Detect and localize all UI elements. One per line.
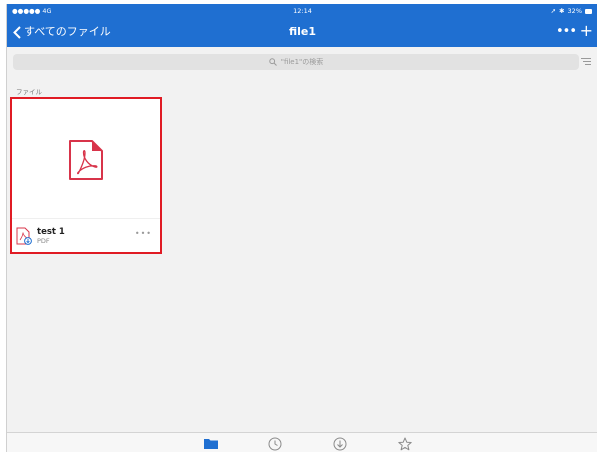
clock-icon	[268, 437, 282, 451]
search-placeholder: "file1"の検索	[280, 58, 324, 66]
file-more-button[interactable]: •••	[135, 229, 152, 238]
tab-offline[interactable]	[333, 437, 349, 451]
pdf-file-icon	[69, 140, 103, 180]
back-label: すべてのファイル	[24, 25, 111, 38]
top-bar: ●●●●● 4G 12:14 ➚ ✱ 32% すべてのファイル file1 ••…	[7, 4, 597, 47]
add-button[interactable]: +	[580, 22, 593, 40]
tab-bar	[7, 432, 597, 452]
star-icon	[398, 437, 412, 451]
search-input[interactable]: "file1"の検索	[13, 54, 579, 70]
bluetooth-icon: ✱	[559, 7, 565, 15]
app-window: ●●●●● 4G 12:14 ➚ ✱ 32% すべてのファイル file1 ••…	[6, 4, 597, 452]
chevron-left-icon	[13, 25, 21, 39]
file-card-footer: test 1 PDF •••	[11, 218, 160, 253]
battery-icon	[585, 8, 592, 14]
more-options-button[interactable]: •••	[556, 24, 577, 40]
status-time: 12:14	[293, 7, 312, 15]
pdf-file-small-icon	[16, 227, 32, 245]
search-row: "file1"の検索	[7, 47, 597, 75]
download-icon	[333, 437, 347, 451]
file-card[interactable]: test 1 PDF •••	[11, 99, 160, 253]
location-icon: ➚	[550, 7, 557, 15]
status-bar: ●●●●● 4G 12:14 ➚ ✱ 32%	[7, 4, 597, 18]
status-right: ➚ ✱ 32%	[551, 4, 592, 18]
file-preview	[11, 99, 160, 218]
battery-percent: 32%	[567, 7, 582, 15]
back-button[interactable]: すべてのファイル	[13, 24, 111, 40]
file-name: test 1	[37, 227, 65, 237]
folder-icon	[204, 439, 218, 449]
tab-recent[interactable]	[268, 437, 284, 451]
file-type: PDF	[37, 237, 50, 245]
search-icon	[269, 58, 277, 66]
navigation-bar: すべてのファイル file1 ••• +	[7, 18, 597, 47]
section-header: ファイル	[16, 88, 42, 96]
tab-files[interactable]	[203, 437, 219, 451]
sort-icon[interactable]	[581, 58, 591, 67]
tab-starred[interactable]	[398, 437, 414, 451]
